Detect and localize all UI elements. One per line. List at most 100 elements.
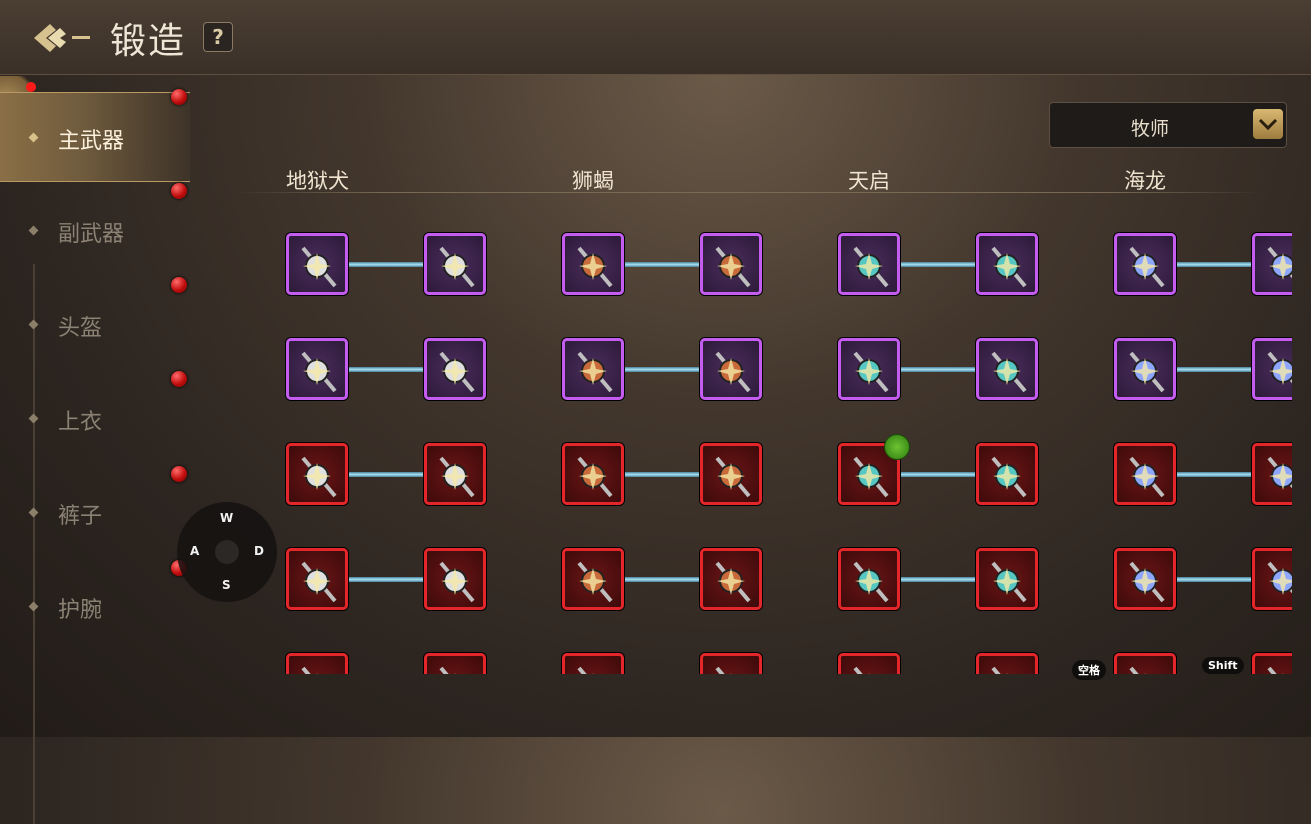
tab-label: 头盔 — [58, 316, 103, 341]
upgrade-path-connector — [348, 577, 424, 582]
item-slot-hammer-icon[interactable] — [1114, 233, 1176, 295]
item-slot-gauntlet-icon[interactable] — [562, 443, 624, 505]
tab-label: 副武器 — [58, 222, 125, 247]
tab-marker-icon — [28, 413, 39, 424]
upgrade-path-connector — [348, 367, 424, 372]
item-slot-gauntlet-icon[interactable] — [562, 548, 624, 610]
tab-off-weapon[interactable]: 副武器 — [0, 186, 190, 274]
red-alert-gem-icon — [171, 277, 187, 293]
item-slot-hammer-icon[interactable] — [1252, 338, 1292, 400]
item-slot-gauntlet-icon[interactable] — [562, 233, 624, 295]
item-slot-mace-spiked-icon[interactable] — [424, 653, 486, 674]
item-slot-hammer-icon[interactable] — [1114, 443, 1176, 505]
item-slot-lantern-icon[interactable] — [976, 548, 1038, 610]
upgrade-available-icon — [884, 434, 910, 460]
forge-item-grid — [236, 220, 1292, 674]
red-alert-gem-icon — [171, 466, 187, 482]
set-header-sea-dragon: 海龙 — [1124, 169, 1166, 193]
item-slot-lantern-icon[interactable] — [976, 338, 1038, 400]
chevron-down-icon[interactable] — [1253, 109, 1283, 139]
item-slot-lantern-icon[interactable] — [976, 233, 1038, 295]
top-bar: 锻造 ? — [0, 0, 1311, 75]
tab-helmet[interactable]: 头盔 — [0, 280, 190, 368]
upgrade-path-connector — [624, 472, 700, 477]
set-header-cerberus: 地狱犬 — [286, 169, 349, 193]
item-slot-gauntlet-icon[interactable] — [700, 653, 762, 674]
tab-marker-icon — [28, 132, 39, 143]
item-slot-mace-spiked-icon[interactable] — [286, 233, 348, 295]
item-slot-mace-spiked-icon[interactable] — [286, 548, 348, 610]
set-header-manticore: 狮蝎 — [572, 169, 614, 193]
joystick-knob[interactable] — [215, 540, 239, 564]
tab-label: 上衣 — [58, 410, 103, 435]
red-alert-gem-icon — [171, 371, 187, 387]
key-s: S — [222, 578, 231, 592]
item-slot-lantern-icon[interactable] — [976, 653, 1038, 674]
item-slot-hammer-icon[interactable] — [1252, 233, 1292, 295]
item-slot-gauntlet-icon[interactable] — [562, 338, 624, 400]
tab-label: 护腕 — [58, 598, 103, 623]
key-w: W — [220, 511, 234, 525]
upgrade-path-connector — [348, 472, 424, 477]
tab-label: 裤子 — [58, 504, 103, 529]
upgrade-path-connector — [900, 472, 976, 477]
tab-main-weapon[interactable]: 主武器 — [0, 92, 190, 182]
class-dropdown[interactable]: 牧师 — [1049, 102, 1287, 148]
item-slot-mace-spiked-icon[interactable] — [424, 443, 486, 505]
back-arrow-icon — [34, 24, 90, 52]
item-slot-gauntlet-icon[interactable] — [562, 653, 624, 674]
tab-bracers[interactable]: 护腕 — [0, 562, 190, 650]
tab-marker-icon — [28, 319, 39, 330]
key-d: D — [254, 544, 264, 558]
key-a: A — [190, 544, 200, 558]
virtual-joystick[interactable]: W A D S — [177, 502, 277, 602]
help-button[interactable]: ? — [203, 22, 233, 52]
item-slot-lantern-icon[interactable] — [838, 548, 900, 610]
tab-marker-icon — [28, 601, 39, 612]
item-slot-mace-spiked-icon[interactable] — [286, 338, 348, 400]
item-slot-mace-spiked-icon[interactable] — [424, 548, 486, 610]
item-slot-hammer-icon[interactable] — [1114, 653, 1176, 674]
upgrade-path-connector — [624, 367, 700, 372]
back-button[interactable] — [32, 20, 94, 56]
item-slot-lantern-icon[interactable] — [976, 443, 1038, 505]
space-key-hint: 空格 — [1072, 660, 1106, 680]
item-slot-hammer-icon[interactable] — [1252, 443, 1292, 505]
upgrade-path-connector — [1176, 262, 1252, 267]
header-divider — [236, 192, 1262, 193]
item-slot-lantern-icon[interactable] — [838, 653, 900, 674]
shift-key-hint: Shift — [1202, 657, 1244, 674]
item-slot-lantern-icon[interactable] — [838, 338, 900, 400]
page-title: 锻造 — [110, 21, 187, 62]
item-slot-gauntlet-icon[interactable] — [700, 443, 762, 505]
item-slot-mace-spiked-icon[interactable] — [424, 338, 486, 400]
item-slot-mace-spiked-icon[interactable] — [286, 443, 348, 505]
upgrade-path-connector — [900, 262, 976, 267]
tab-chest[interactable]: 上衣 — [0, 374, 190, 462]
upgrade-path-connector — [1176, 367, 1252, 372]
upgrade-path-connector — [1176, 577, 1252, 582]
upgrade-path-connector — [1176, 472, 1252, 477]
set-header-apocalypse: 天启 — [848, 169, 890, 193]
upgrade-path-connector — [900, 367, 976, 372]
item-slot-gauntlet-icon[interactable] — [700, 338, 762, 400]
item-slot-hammer-icon[interactable] — [1114, 338, 1176, 400]
item-slot-gauntlet-icon[interactable] — [700, 233, 762, 295]
upgrade-path-connector — [348, 262, 424, 267]
upgrade-path-connector — [624, 262, 700, 267]
class-dropdown-value: 牧师 — [1130, 118, 1169, 140]
upgrade-path-connector — [624, 577, 700, 582]
item-slot-hammer-icon[interactable] — [1114, 548, 1176, 610]
item-slot-mace-spiked-icon[interactable] — [286, 653, 348, 674]
item-slot-hammer-icon[interactable] — [1252, 653, 1292, 674]
tab-pants[interactable]: 裤子 — [0, 468, 190, 556]
red-alert-gem-icon — [171, 89, 187, 105]
item-slot-mace-spiked-icon[interactable] — [424, 233, 486, 295]
item-slot-gauntlet-icon[interactable] — [700, 548, 762, 610]
item-slot-hammer-icon[interactable] — [1252, 548, 1292, 610]
equipment-slot-sidebar: 主武器 副武器 头盔 上衣 裤子 护腕 — [0, 88, 200, 824]
red-alert-gem-icon — [171, 183, 187, 199]
tab-marker-icon — [28, 225, 39, 236]
tab-label: 主武器 — [58, 129, 125, 154]
item-slot-lantern-icon[interactable] — [838, 233, 900, 295]
